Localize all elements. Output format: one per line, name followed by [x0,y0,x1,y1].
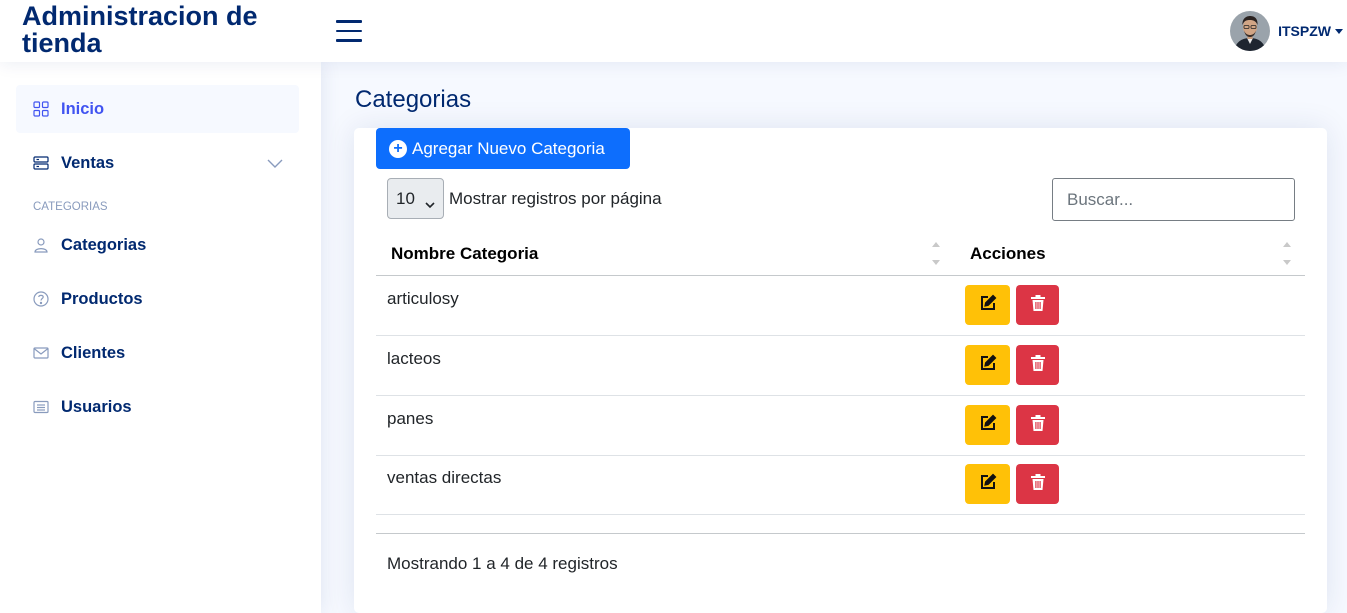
grid-icon [32,100,50,118]
edit-icon [979,294,997,317]
categories-card: + Agregar Nuevo Categoria 10 Mostrar reg… [354,128,1327,613]
delete-button[interactable] [1016,285,1059,325]
sidebar: Inicio Ventas CATEGORIAS Categorias Prod… [0,62,321,613]
sort-icon[interactable] [1282,240,1292,268]
row-divider [376,395,1305,396]
add-category-label: Agregar Nuevo Categoria [412,138,605,158]
edit-button[interactable] [965,345,1010,385]
profile-dropdown[interactable]: ITSPZW [1230,11,1343,51]
trash-icon [1030,294,1046,317]
chevron-down-icon [425,194,435,214]
row-divider [376,335,1305,336]
table-row-name: ventas directas [387,468,502,487]
edit-button[interactable] [965,464,1010,504]
edit-icon [979,473,997,496]
sidebar-item-label: Usuarios [61,397,132,416]
sidebar-item-label: Inicio [61,99,105,118]
sidebar-item-clientes[interactable]: Clientes [16,329,299,377]
chevron-down-icon [267,155,283,174]
edit-button[interactable] [965,405,1010,445]
edit-icon [979,414,997,437]
sidebar-item-label: Ventas [61,153,115,172]
row-divider [376,455,1305,456]
sidebar-item-usuarios[interactable]: Usuarios [16,383,299,431]
page-size-label: Mostrar registros por página [449,189,662,208]
sidebar-item-label: Categorias [61,235,147,254]
page-title: Categorias [355,86,472,113]
delete-button[interactable] [1016,345,1059,385]
trash-icon [1030,354,1046,377]
row-divider [376,514,1305,515]
sidebar-item-label: Productos [61,289,143,308]
sidebar-item-categorias[interactable]: Categorias [16,221,299,269]
edit-icon [979,354,997,377]
header-divider [376,275,1305,276]
sidebar-item-inicio[interactable]: Inicio [16,85,299,133]
search-input[interactable] [1052,178,1295,221]
add-category-button[interactable]: + Agregar Nuevo Categoria [376,128,630,169]
trash-icon [1030,414,1046,437]
envelope-icon [32,344,50,362]
sidebar-item-label: Clientes [61,343,126,362]
table-row-name: articulosy [387,289,459,308]
column-header-nombre[interactable]: Nombre Categoria [391,244,538,264]
caret-down-icon [1335,28,1343,34]
table-row-name: lacteos [387,349,441,368]
page-size-select[interactable]: 10 [387,178,444,219]
column-header-acciones[interactable]: Acciones [970,244,1046,264]
sort-icon[interactable] [931,240,941,268]
plus-circle-icon: + [389,139,407,158]
sidebar-item-productos[interactable]: Productos [16,275,299,323]
person-icon [32,236,50,254]
card-list-icon [32,398,50,416]
server-icon [32,154,50,172]
edit-button[interactable] [965,285,1010,325]
profile-name: ITSPZW [1278,23,1331,39]
top-header: Administracion de tienda ITSPZW [0,0,1347,62]
logo-text[interactable]: Administracion de tienda [22,3,312,57]
delete-button[interactable] [1016,464,1059,504]
avatar [1230,11,1271,51]
table-info: Mostrando 1 a 4 de 4 registros [387,554,618,573]
trash-icon [1030,473,1046,496]
question-circle-icon [32,290,50,308]
page-size-value: 10 [396,188,415,208]
delete-button[interactable] [1016,405,1059,445]
table-row-name: panes [387,409,434,428]
sidebar-heading: CATEGORIAS [33,201,108,213]
sidebar-item-ventas[interactable]: Ventas [16,139,299,187]
table-footer-divider [376,533,1305,534]
menu-toggle-icon[interactable] [336,20,362,42]
